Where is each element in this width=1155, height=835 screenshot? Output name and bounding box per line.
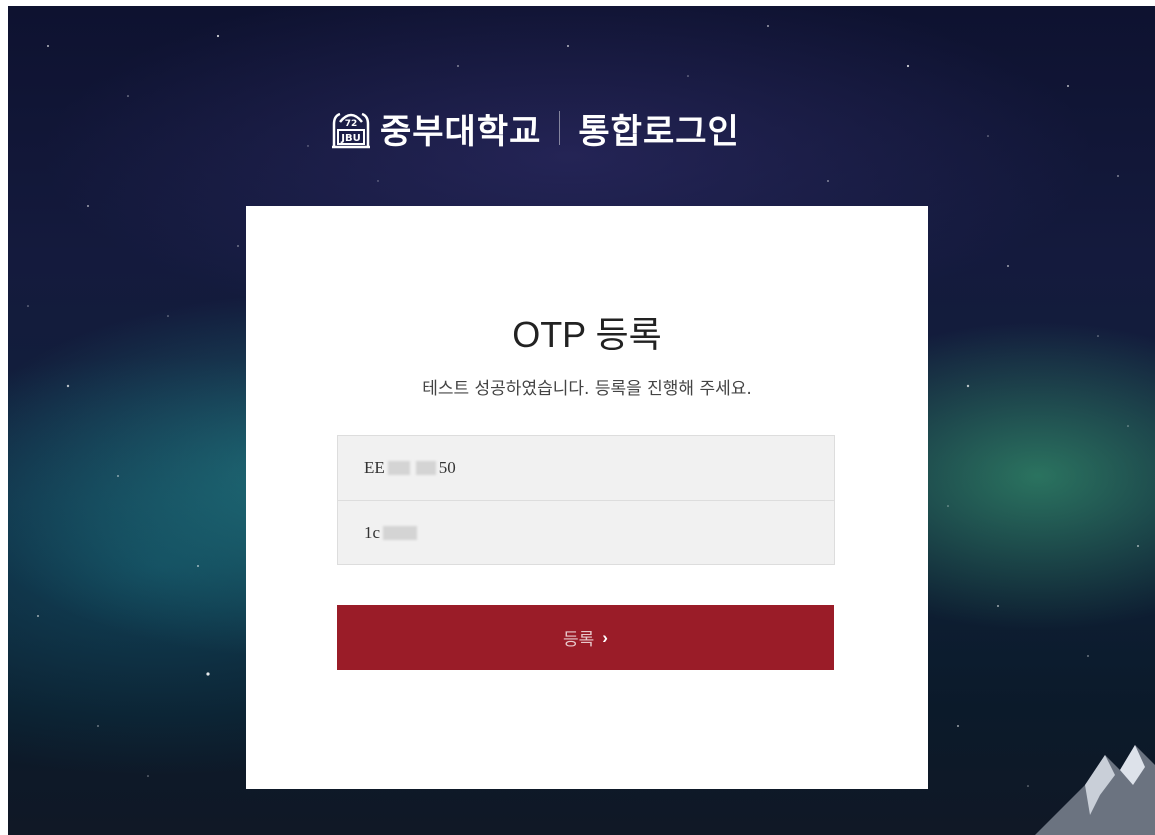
register-button[interactable]: 등록 › [337,605,834,670]
otp-input-group: EE 50 1c [337,435,835,565]
login-title: 통합로그인 [578,111,740,152]
register-button-label: 등록 [563,630,595,649]
svg-text:JBU: JBU [340,133,360,144]
background: 72 JBU 중부대학교 통합로그인 OTP 등록 테스트 성공하였습니다. 등… [8,6,1155,835]
svg-text:72: 72 [345,119,358,129]
header-divider [559,111,561,145]
chevron-right-icon: › [602,627,608,647]
redacted-mask [383,525,418,540]
site-header: 72 JBU 중부대학교 통합로그인 [328,98,740,158]
redacted-mask [387,461,410,475]
otp-key-suffix: 50 [438,458,456,477]
university-name: 중부대학교 [380,111,542,152]
status-message: 테스트 성공하였습니다. 등록을 진행해 주세요. [422,379,752,399]
redacted-mask [415,461,436,475]
page-title: OTP 등록 [512,314,662,355]
otp-key-prefix: EE [364,458,385,477]
otp-registration-card: OTP 등록 테스트 성공하였습니다. 등록을 진행해 주세요. EE 50 1… [246,206,928,789]
jbu-logo-icon: 72 JBU [332,112,370,149]
mountain-peak [1035,745,1155,835]
otp-code-field[interactable]: 1c [338,500,834,564]
otp-code-prefix: 1c [364,522,381,542]
otp-key-field[interactable]: EE 50 [338,436,834,500]
